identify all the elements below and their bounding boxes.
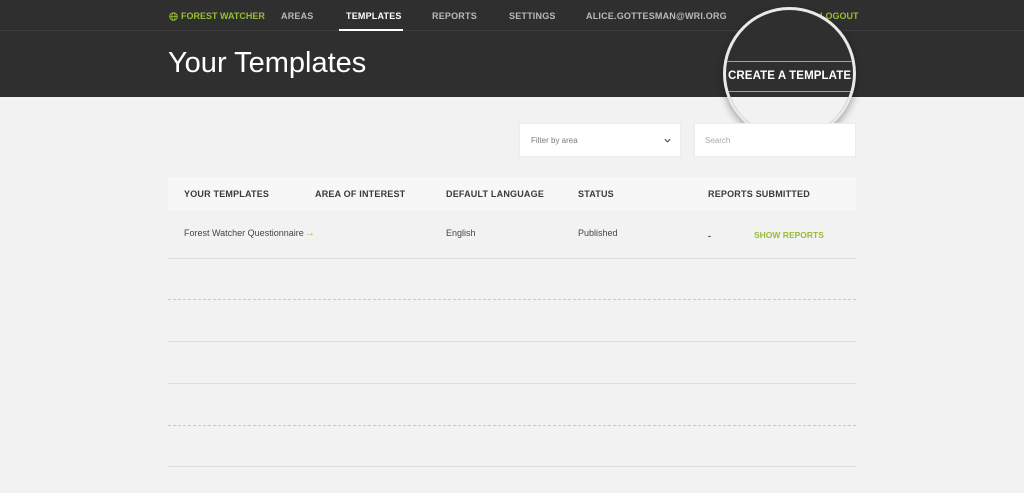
table-row-divider: [168, 299, 856, 300]
zoom-lens: CREATE A TEMPLATE: [723, 7, 856, 140]
globe-icon: [169, 11, 178, 21]
search-input[interactable]: [694, 123, 856, 157]
column-header-reports: REPORTS SUBMITTED: [708, 189, 810, 199]
brand-logo[interactable]: FOREST WATCHER: [169, 11, 265, 21]
table-row-divider: [168, 425, 856, 426]
nav-item-reports[interactable]: REPORTS: [432, 11, 477, 21]
reports-count: -: [708, 231, 711, 241]
app-header: FOREST WATCHER AREAS TEMPLATES REPORTS S…: [0, 0, 1024, 97]
top-nav: FOREST WATCHER AREAS TEMPLATES REPORTS S…: [0, 0, 1024, 31]
chevron-down-icon: [664, 138, 671, 143]
arrow-right-icon: →: [304, 228, 315, 239]
column-header-templates: YOUR TEMPLATES: [184, 189, 270, 199]
column-header-language: DEFAULT LANGUAGE: [446, 189, 545, 199]
brand-label: FOREST WATCHER: [181, 11, 265, 21]
template-language: English: [446, 228, 476, 238]
area-filter-select[interactable]: Filter by area: [519, 123, 681, 157]
column-header-area: AREA OF INTEREST: [315, 189, 406, 199]
template-name-link[interactable]: Forest Watcher Questionnaire→: [184, 228, 315, 239]
template-name: Forest Watcher Questionnaire: [184, 228, 304, 238]
nav-item-settings[interactable]: SETTINGS: [509, 11, 556, 21]
button-border-bottom: [726, 91, 853, 92]
create-template-button[interactable]: CREATE A TEMPLATE: [728, 70, 851, 82]
column-header-status: STATUS: [578, 189, 614, 199]
table-row-divider: [168, 258, 856, 259]
nav-item-areas[interactable]: AREAS: [281, 11, 314, 21]
show-reports-link[interactable]: SHOW REPORTS: [754, 230, 824, 240]
table-row-divider: [168, 341, 856, 342]
table-row-divider: [168, 383, 856, 384]
nav-item-account[interactable]: ALICE.GOTTESMAN@WRI.ORG: [586, 11, 727, 21]
table-row-divider: [168, 466, 856, 467]
table-header: YOUR TEMPLATES AREA OF INTEREST DEFAULT …: [168, 177, 856, 211]
template-status: Published: [578, 228, 618, 238]
active-tab-indicator: [339, 29, 403, 31]
button-border-top: [726, 61, 853, 62]
area-filter-label: Filter by area: [531, 136, 578, 145]
page-title: Your Templates: [168, 47, 367, 79]
nav-item-templates[interactable]: TEMPLATES: [346, 11, 402, 21]
